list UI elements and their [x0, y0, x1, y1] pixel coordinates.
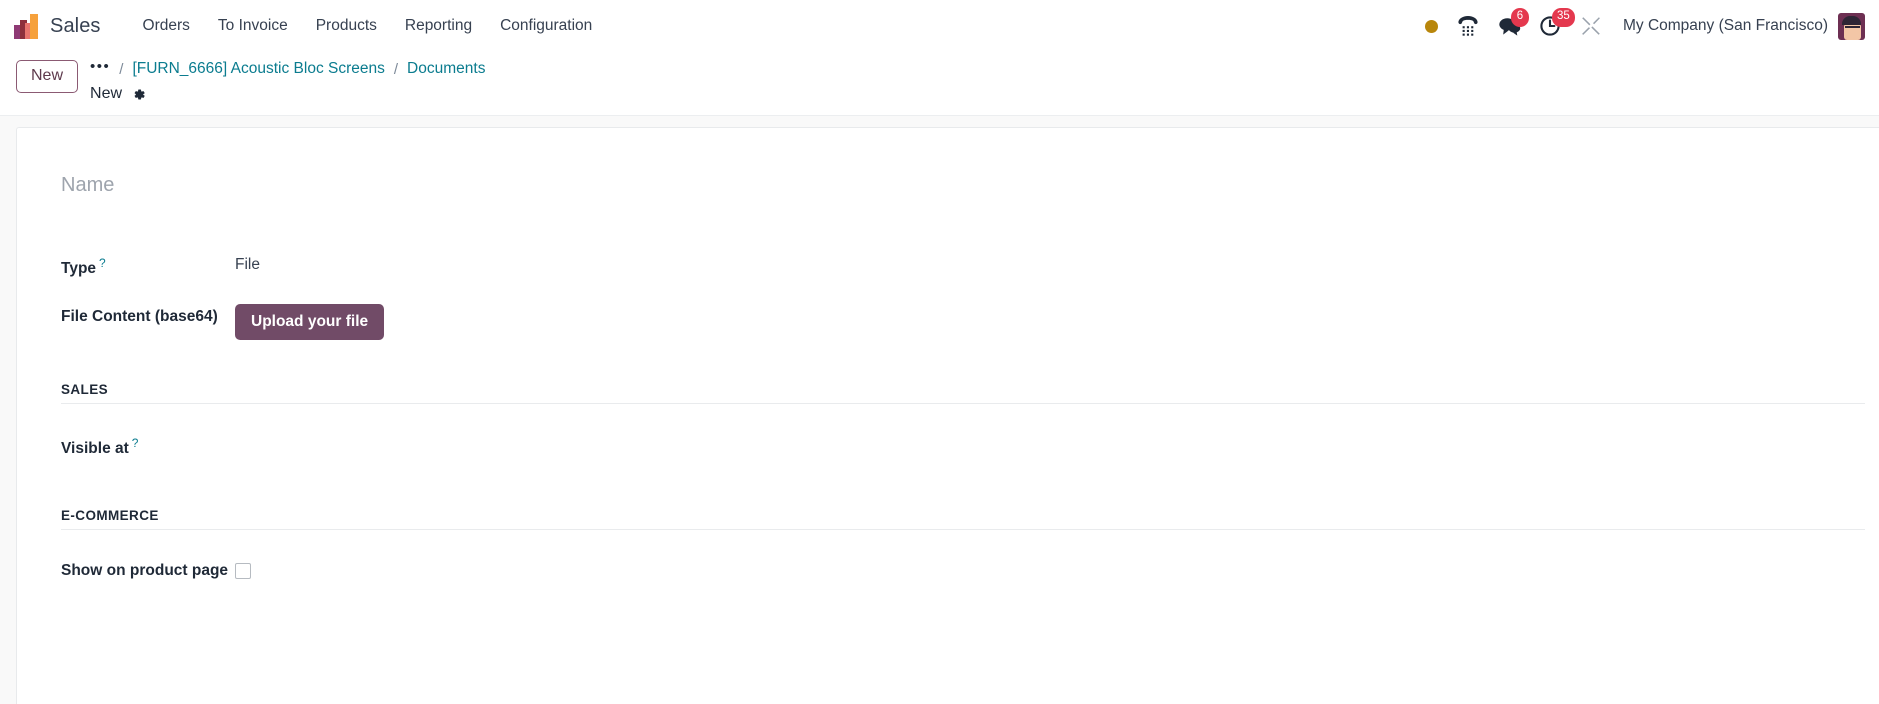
tooltip-icon-visible-at[interactable]: ? [132, 436, 139, 450]
control-panel: New ••• / [FURN_6666] Acoustic Bloc Scre… [0, 52, 1879, 154]
field-row-type: Type? File [61, 252, 1851, 286]
breadcrumb-item-documents[interactable]: Documents [407, 60, 485, 78]
show-on-product-page-checkbox[interactable] [235, 563, 251, 579]
activities-clock-icon[interactable]: 35 [1530, 8, 1575, 44]
tooltip-icon-type[interactable]: ? [99, 256, 106, 270]
menu-item-configuration[interactable]: Configuration [486, 11, 606, 41]
name-input[interactable]: Name [61, 168, 661, 204]
field-label-file-content: File Content (base64) [61, 304, 235, 326]
field-label-type: Type? [61, 252, 235, 278]
app-brand-name[interactable]: Sales [50, 15, 101, 38]
messages-badge: 6 [1510, 8, 1529, 27]
menu-item-reporting[interactable]: Reporting [391, 11, 486, 41]
section-title-sales: SALES [61, 382, 1865, 404]
field-value-type[interactable]: File [235, 252, 260, 274]
breadcrumb-separator-1: / [119, 60, 124, 78]
form-fields-top: Type? File File Content (base64) Upload … [61, 252, 1851, 340]
gear-icon[interactable] [131, 87, 146, 102]
field-label-file-content-text: File Content (base64) [61, 308, 218, 325]
field-row-visible-at: Visible at? [61, 432, 1851, 466]
top-navbar: Sales Orders To Invoice Products Reporti… [0, 0, 1879, 52]
menu-item-orders[interactable]: Orders [129, 11, 204, 41]
field-label-show-on-product-page-text: Show on product page [61, 562, 229, 579]
menu-item-products[interactable]: Products [302, 11, 391, 41]
record-title: New [90, 85, 123, 102]
amber-status-dot-icon[interactable] [1416, 8, 1447, 44]
sales-bar-chart-logo[interactable] [14, 13, 38, 39]
field-label-visible-at-text: Visible at [61, 440, 129, 458]
form-fields-sales: Visible at? [61, 432, 1851, 466]
form-fields-ecommerce: Show on product page [61, 558, 1851, 592]
form-sheet: Name Type? File File Content (base64) Up… [16, 127, 1879, 704]
section-title-ecommerce: E-COMMERCE [61, 508, 1865, 530]
voip-phone-icon[interactable] [1447, 8, 1489, 44]
field-label-show-on-product-page: Show on product page [61, 558, 235, 580]
breadcrumb: ••• / [FURN_6666] Acoustic Bloc Screens … [90, 58, 485, 106]
field-row-file-content: File Content (base64) Upload your file [61, 304, 1851, 340]
upload-your-file-button[interactable]: Upload your file [235, 304, 385, 340]
breadcrumb-separator-2: / [393, 60, 399, 78]
main-menu: Orders To Invoice Products Reporting Con… [129, 11, 607, 41]
company-switcher[interactable]: My Company (San Francisco) [1611, 17, 1838, 35]
user-avatar[interactable] [1838, 12, 1865, 40]
field-label-visible-at: Visible at? [61, 432, 235, 458]
breadcrumb-item-product[interactable]: [FURN_6666] Acoustic Bloc Screens [132, 60, 384, 78]
messages-chat-icon[interactable]: 6 [1489, 8, 1530, 44]
field-label-type-text: Type [61, 260, 97, 278]
new-record-button[interactable]: New [16, 60, 79, 93]
systray: 6 35 My Company (San Francisco) [1416, 8, 1869, 44]
debug-tools-icon[interactable] [1571, 8, 1611, 44]
menu-item-to-invoice[interactable]: To Invoice [204, 11, 302, 41]
field-row-show-on-product-page: Show on product page [61, 558, 1851, 592]
ellipsis-icon[interactable]: ••• [90, 59, 110, 79]
